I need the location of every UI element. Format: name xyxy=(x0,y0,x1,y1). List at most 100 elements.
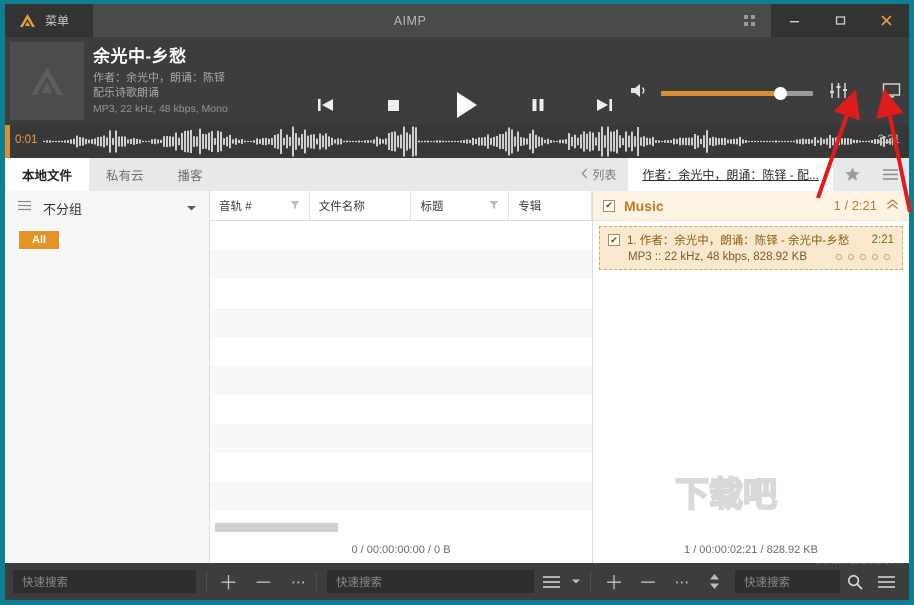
more-button-left[interactable]: ⋯ xyxy=(281,563,316,600)
total-time: 2:21 xyxy=(878,134,900,146)
monitor-icon[interactable] xyxy=(882,82,901,104)
list-toggle-button[interactable]: 列表 xyxy=(569,158,628,191)
track-artist: 作者：余光中，朗诵：陈铎 xyxy=(93,71,308,86)
compact-view-icon[interactable] xyxy=(727,4,771,37)
search-input-left[interactable]: 快速搜索 xyxy=(13,570,196,593)
stop-button[interactable] xyxy=(382,95,404,115)
divider xyxy=(206,571,207,593)
table-column-header[interactable]: 音轨 # xyxy=(210,191,310,220)
playlist-track-row[interactable]: ✔ 1. 作者：余光中，朗诵：陈铎 - 余光中-乡愁 2:21 MP3 :: 2… xyxy=(599,226,903,270)
seek-progress-marker xyxy=(5,125,10,158)
checkbox-checked-icon[interactable]: ✔ xyxy=(608,234,620,246)
file-table: 音轨 # 文件名称 标题 专辑 0 / 00:00:00:00 / 0 B xyxy=(210,191,593,563)
watermark-logo: 下载吧 xyxy=(671,473,901,517)
equalizer-icon[interactable] xyxy=(829,82,848,104)
checkbox-checked-icon[interactable]: ✔ xyxy=(603,200,615,212)
track-rating[interactable] xyxy=(836,254,894,260)
close-button[interactable] xyxy=(863,4,909,37)
track-title: 余光中-乡愁 xyxy=(93,42,308,67)
table-column-label: 文件名称 xyxy=(319,198,365,214)
content-panes: 不分组 All 音轨 # 文件名称 标题 专辑 0 / 00:00:00:00 / 0… xyxy=(5,191,909,563)
playlist-track-title: 1. 作者：余光中，朗诵：陈铎 - 余光中-乡愁 xyxy=(627,232,865,248)
menu-button[interactable]: 菜单 xyxy=(5,4,93,37)
table-row[interactable] xyxy=(210,453,592,482)
table-column-header[interactable]: 专辑 xyxy=(509,191,592,220)
search-icon[interactable] xyxy=(840,563,870,600)
play-button[interactable] xyxy=(448,89,482,121)
tab-podcast[interactable]: 播客 xyxy=(161,158,220,191)
remove-button-left[interactable]: － xyxy=(246,563,281,600)
table-row[interactable] xyxy=(210,308,592,337)
table-row[interactable] xyxy=(210,424,592,453)
list-menu-icon[interactable] xyxy=(534,563,568,600)
rating-circle[interactable] xyxy=(884,254,890,260)
rating-circle[interactable] xyxy=(872,254,878,260)
horizontal-scrollbar[interactable] xyxy=(215,523,595,532)
add-button-left[interactable]: ＋ xyxy=(211,563,246,600)
divider xyxy=(590,571,591,593)
add-button-right[interactable]: ＋ xyxy=(597,563,631,600)
sidebar-item-all[interactable]: All xyxy=(19,231,59,249)
sidebar-group-label: 不分组 xyxy=(43,199,175,218)
aimp-triangle-logo-icon xyxy=(29,65,65,97)
search-input-center[interactable]: 快速搜索 xyxy=(327,570,534,593)
more-button-right[interactable]: ⋯ xyxy=(665,563,699,600)
tab-local-files[interactable]: 本地文件 xyxy=(5,158,89,191)
rating-circle[interactable] xyxy=(836,254,842,260)
table-column-label: 标题 xyxy=(420,198,443,214)
table-row[interactable] xyxy=(210,279,592,308)
playlist-group-name: Music xyxy=(624,198,825,214)
scrollbar-thumb[interactable] xyxy=(215,523,338,532)
menu-button-label: 菜单 xyxy=(45,12,69,29)
filter-icon[interactable] xyxy=(290,200,300,212)
hamburger-icon[interactable] xyxy=(17,199,32,217)
chevron-down-icon[interactable] xyxy=(568,563,584,600)
sidebar-group-header[interactable]: 不分组 xyxy=(5,191,209,225)
playlist-track-line2: MP3 :: 22 kHz, 48 kbps, 828.92 KB xyxy=(608,251,894,263)
waveform-seek-bar-icon[interactable] xyxy=(43,125,893,158)
playlist-track-duration: 2:21 xyxy=(872,234,894,246)
volume-row xyxy=(630,82,901,104)
sort-updown-icon[interactable] xyxy=(699,563,729,600)
remove-button-right[interactable]: － xyxy=(631,563,665,600)
volume-icon[interactable] xyxy=(630,82,649,104)
chevron-down-icon[interactable] xyxy=(186,199,197,217)
table-row[interactable] xyxy=(210,250,592,279)
elapsed-time: 0:01 xyxy=(15,134,37,146)
seek-bar[interactable]: 0:01 2:21 xyxy=(5,125,909,158)
next-button[interactable] xyxy=(593,95,615,115)
hamburger-menu-icon[interactable] xyxy=(871,158,909,191)
playlist-track-line1: ✔ 1. 作者：余光中，朗诵：陈铎 - 余光中-乡愁 2:21 xyxy=(608,232,894,248)
search-input-right[interactable]: 快速搜索 xyxy=(735,570,840,593)
pause-button[interactable] xyxy=(527,95,549,115)
rating-circle[interactable] xyxy=(848,254,854,260)
sidebar: 不分组 All xyxy=(5,191,210,563)
playlist-status: 1 / 00:00:02:21 / 828.92 KB xyxy=(593,537,909,563)
table-column-header[interactable]: 标题 xyxy=(411,191,509,220)
table-row[interactable] xyxy=(210,221,592,250)
table-row[interactable] xyxy=(210,366,592,395)
file-table-status: 0 / 00:00:00:00 / 0 B xyxy=(210,537,592,563)
table-column-header[interactable]: 文件名称 xyxy=(310,191,412,220)
tab-private-cloud[interactable]: 私有云 xyxy=(89,158,161,191)
playlist-group-header[interactable]: ✔ Music 1 / 2:21 xyxy=(593,191,909,221)
volume-knob[interactable] xyxy=(774,87,787,100)
table-body[interactable] xyxy=(210,221,592,523)
volume-slider[interactable] xyxy=(661,91,813,96)
main-body: 本地文件 私有云 播客 列表 作者：余光中，朗诵：陈铎 - 配... xyxy=(5,158,909,563)
rating-circle[interactable] xyxy=(860,254,866,260)
star-icon[interactable] xyxy=(833,158,871,191)
filter-icon[interactable] xyxy=(489,200,499,212)
chevron-up-icon[interactable] xyxy=(886,197,899,215)
maximize-button[interactable] xyxy=(817,4,863,37)
minimize-button[interactable] xyxy=(771,4,817,37)
tab-spacer xyxy=(220,158,570,191)
playlist-title[interactable]: 作者：余光中，朗诵：陈铎 - 配... xyxy=(628,158,833,191)
table-row[interactable] xyxy=(210,337,592,366)
table-row[interactable] xyxy=(210,395,592,424)
panel-menu-icon[interactable] xyxy=(870,563,902,600)
track-info: 余光中-乡愁 作者：余光中，朗诵：陈铎 配乐诗歌朗诵 MP3, 22 kHz, … xyxy=(93,42,308,115)
previous-button[interactable] xyxy=(315,95,337,115)
table-row[interactable] xyxy=(210,482,592,511)
playlist-group-count: 1 / 2:21 xyxy=(834,198,877,213)
